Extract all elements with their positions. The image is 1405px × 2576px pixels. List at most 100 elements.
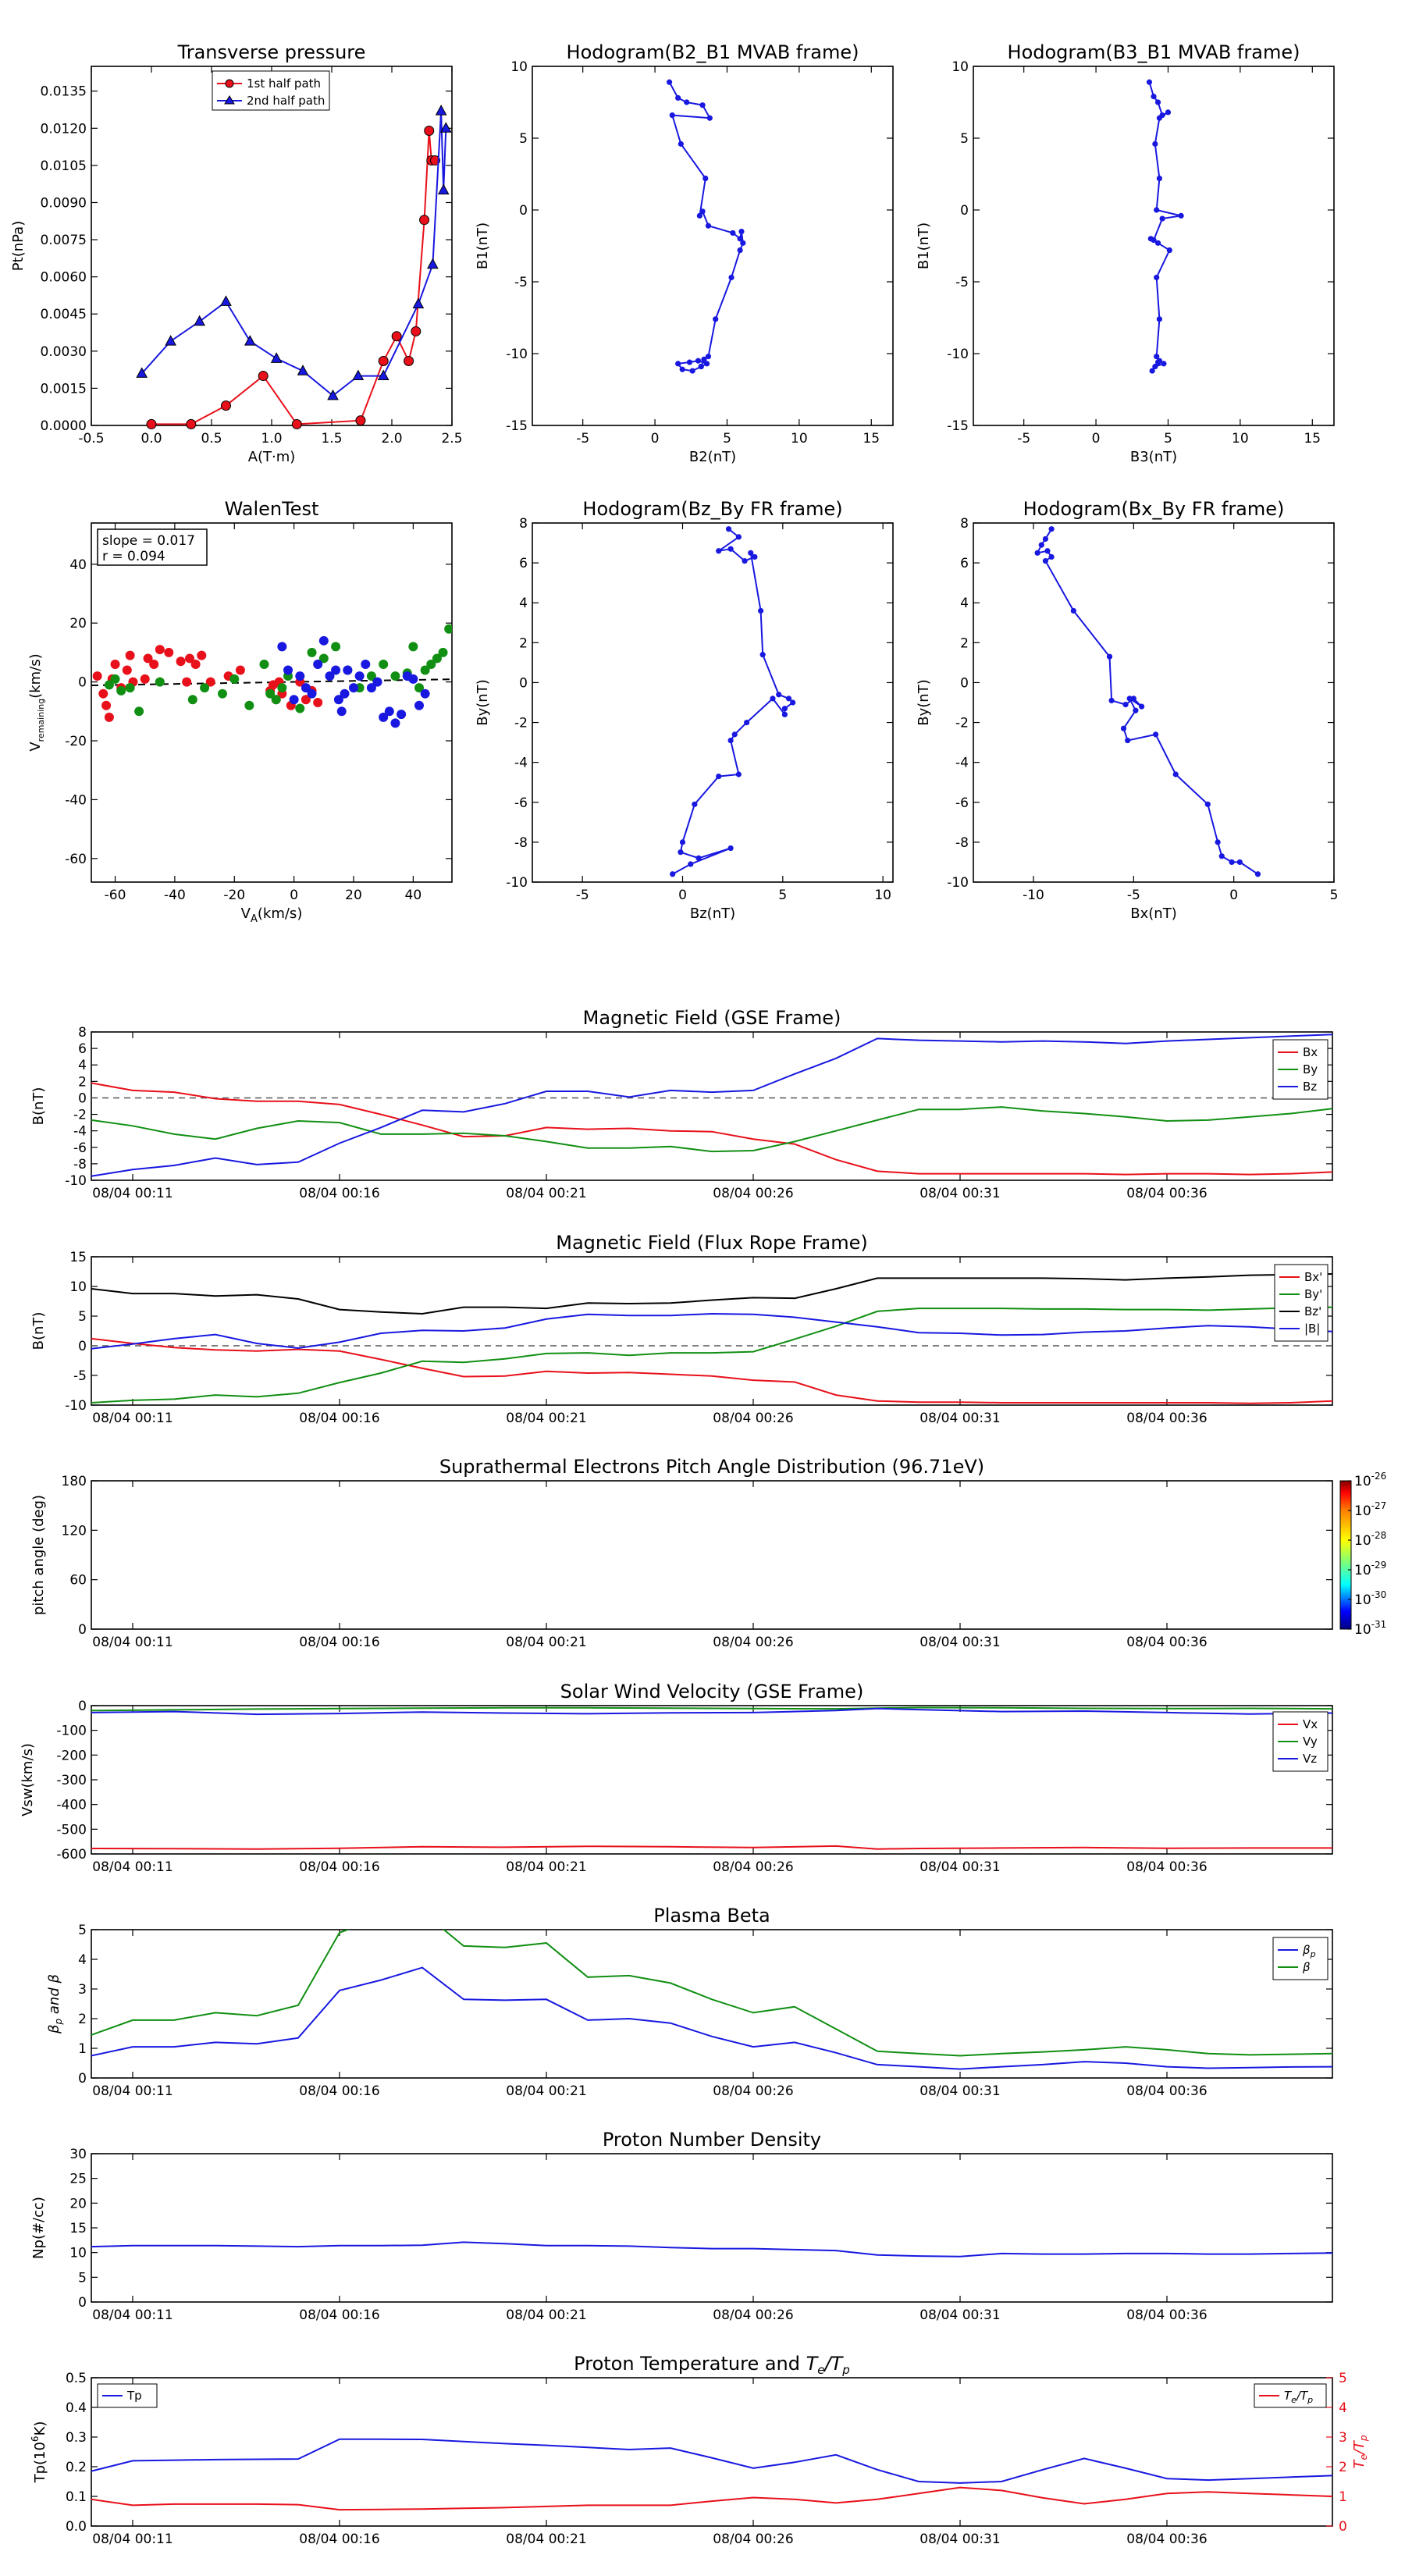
hodogram-point <box>1108 697 1115 704</box>
y-tick-label: 0.0045 <box>41 307 87 322</box>
hodogram-point <box>1172 771 1179 777</box>
proton-temperature-plot: 08/04 00:11 08/04 00:16 08/04 00:21 08/04 0… <box>30 2353 1369 2547</box>
plot-frame <box>532 522 894 883</box>
hodogram-point <box>781 711 788 717</box>
plot-frame <box>532 66 894 426</box>
y-tick-label: 0 <box>78 1699 87 1714</box>
walen-point <box>372 677 382 687</box>
y-tick-label: -300 <box>56 1773 87 1788</box>
x-tick-label: 08/04 00:16 <box>299 2307 379 2323</box>
x-tick-label: 5 <box>1164 431 1172 447</box>
hodogram-point <box>790 699 796 706</box>
hodogram-point <box>1120 725 1127 731</box>
legend-label: Tp <box>126 2389 142 2403</box>
transverse-pressure-plot: Transverse pressure-0.5 0.0 0.5 1.0 1.5 2.0 2.… <box>10 41 463 465</box>
x-tick-label: 2.0 <box>381 431 402 447</box>
hodogram-point <box>698 363 704 370</box>
y-tick-label: 0.0090 <box>41 195 87 211</box>
y-axis-label: By(nT) <box>475 679 491 725</box>
x-tick-label: 08/04 00:36 <box>1126 2532 1207 2547</box>
walen-point <box>283 665 293 675</box>
hodogram-point <box>695 855 702 861</box>
hodogram-point <box>748 550 754 556</box>
walen-point <box>122 665 132 675</box>
hodogram-point <box>737 247 743 254</box>
x-tick-label: 08/04 00:31 <box>919 1859 1000 1875</box>
y-axis-label: B(nT) <box>30 1312 47 1350</box>
legend-label: 1st half path <box>247 76 321 91</box>
hodogram-point <box>1204 801 1211 807</box>
walen-point <box>340 688 350 699</box>
y-tick-label: -10 <box>65 1398 87 1414</box>
walen-point <box>420 688 430 699</box>
chart-title: Proton Temperature and Te/Tp <box>574 2353 850 2377</box>
hodogram-point <box>1156 316 1162 322</box>
magnetic-field-gse-plot: Magnetic Field (GSE Frame) 08/04 00:11 08/… <box>30 1007 1333 1201</box>
walen-point <box>307 647 317 657</box>
x-tick-label: 15 <box>1304 431 1321 447</box>
y-axis-label: Pt(nPa) <box>10 221 27 271</box>
y-tick-label: 0.4 <box>66 2400 87 2416</box>
hodogram-point <box>705 222 712 229</box>
y-tick-label: -15 <box>947 418 969 434</box>
data-point <box>411 326 422 336</box>
hodogram-point <box>1154 240 1161 246</box>
y-tick-label: 0.3 <box>66 2430 87 2446</box>
y-axis-label: pitch angle (deg) <box>30 1495 47 1615</box>
y-tick-label: 120 <box>62 1523 87 1539</box>
walen-point <box>438 647 448 657</box>
hodogram-point <box>1218 853 1225 859</box>
chart-title: Hodogram(B2_B1 MVAB frame) <box>567 41 859 63</box>
x-tick-label: 08/04 00:36 <box>1126 1186 1207 1201</box>
walen-point <box>197 650 207 660</box>
hodogram-point <box>1038 542 1044 548</box>
hodogram-point <box>1126 696 1133 702</box>
plot-frame <box>91 1480 1333 1630</box>
hodogram-point <box>1165 109 1172 116</box>
hodogram-point <box>1034 550 1040 556</box>
hodogram-point <box>727 737 734 744</box>
x-tick-label: 5 <box>778 888 787 903</box>
hodogram-point <box>670 871 676 877</box>
colorbar <box>1339 1480 1352 1630</box>
hodogram-point <box>1042 557 1048 564</box>
chart-title: Proton Number Density <box>603 2129 821 2151</box>
y-tick-label: -400 <box>56 1798 87 1813</box>
hodogram-point <box>1161 361 1167 367</box>
x-tick-label: 08/04 00:11 <box>92 2532 173 2547</box>
y-tick-label: 5 <box>78 1309 87 1325</box>
x-tick-label: 08/04 00:21 <box>506 1635 586 1650</box>
y-tick-label: -200 <box>56 1748 87 1763</box>
chart-title: Transverse pressure <box>177 41 366 63</box>
walen-point <box>155 677 165 687</box>
y-axis-label: Tp(106K) <box>30 2421 48 2484</box>
y-tick-label: -10 <box>947 347 969 362</box>
legend-label: By' <box>1304 1287 1322 1301</box>
x-tick-label: 0 <box>1229 888 1238 903</box>
hodogram-point <box>675 361 681 367</box>
x-tick-label: 08/04 00:36 <box>1126 1859 1207 1875</box>
x-tick-label: 0 <box>651 431 660 447</box>
walen-point <box>164 647 174 657</box>
chart-title: Magnetic Field (GSE Frame) <box>583 1007 841 1029</box>
hodogram-point <box>735 534 742 540</box>
x-tick-label: 08/04 00:16 <box>299 1635 379 1650</box>
hodogram-point <box>1122 701 1129 708</box>
legend-label: Vx <box>1303 1717 1318 1731</box>
hodogram-point <box>713 316 719 322</box>
y-tick-label: 8 <box>519 516 528 532</box>
y-tick-label: -10 <box>506 347 528 362</box>
walen-point <box>134 706 144 717</box>
hodogram-point <box>740 240 746 246</box>
y-tick-label: -10 <box>65 1173 87 1189</box>
hodogram-bz-by-plot: Hodogram(Bz_By FR frame) -5 0 5 10 -10 -8 -6 -4 -… <box>475 498 894 922</box>
x-tick-label: 08/04 00:11 <box>92 1859 173 1875</box>
hodogram-point <box>704 361 710 367</box>
y-tick-label: -600 <box>56 1847 87 1863</box>
data-point <box>258 371 269 382</box>
walen-point <box>397 710 407 720</box>
hodogram-point <box>727 546 734 552</box>
y-tick-label: 0.0120 <box>41 121 87 137</box>
chart-title: WalenTest <box>225 498 319 520</box>
y-tick-label: 0.0105 <box>41 158 87 174</box>
